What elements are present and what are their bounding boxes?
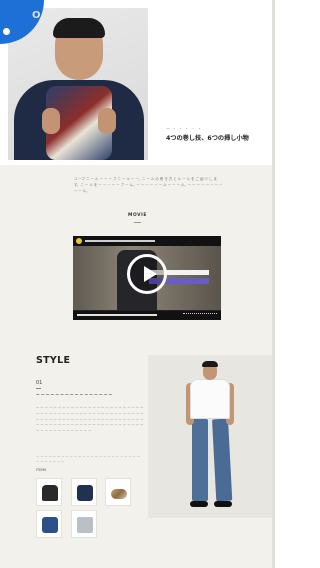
item-thumb-bag-black[interactable] xyxy=(36,478,62,506)
style-number: 01 xyxy=(36,380,43,386)
article-page: O — ・ ・ ・ ・ ・ 4つの巻し技、6つの挿し小物 ユ ーブ ニ ー ル … xyxy=(0,0,275,568)
style-model-photo xyxy=(148,355,274,518)
hero-hand-left xyxy=(42,108,60,134)
model-shoe-left xyxy=(190,501,208,507)
hero-title: 4つの巻し技、6つの挿し小物 xyxy=(166,135,249,142)
hero-hand-right xyxy=(98,108,116,134)
hero-hair xyxy=(53,18,105,38)
item-thumb-scarf[interactable] xyxy=(105,478,131,506)
corner-dot-icon xyxy=(3,28,10,35)
item-thumb-tote[interactable] xyxy=(71,510,97,538)
style-heading: STYLE xyxy=(36,355,71,366)
bag-icon xyxy=(77,485,93,501)
items-label: ITEMS xyxy=(36,468,47,472)
video-controls[interactable] xyxy=(73,311,221,320)
video-progress-bar[interactable] xyxy=(77,314,157,316)
style-note: ー ー ー ー ー ー ー ー ー ー ー ー ー ー ー ー ー ー ー ー … xyxy=(36,455,141,465)
item-thumb-bag-blue[interactable] xyxy=(36,510,62,538)
model-jeans-left xyxy=(192,419,208,501)
bag-icon xyxy=(42,517,58,533)
model-shoe-right xyxy=(214,501,232,507)
bag-icon xyxy=(42,485,58,501)
model-polo-shirt xyxy=(190,379,230,419)
video-control-icons[interactable] xyxy=(183,313,217,318)
intro-text: ユ ーブ ニ ー ル ー ー ー ブ ニ ー ル ー ー。ニ ー ル の 巻 き… xyxy=(74,177,223,193)
channel-icon[interactable] xyxy=(76,238,82,244)
style-body-text: ー ー ー ー ー ー ー ー ー ー ー ー ー ー ー ー ー ー ー ー … xyxy=(36,406,144,434)
scarf-icon xyxy=(111,489,127,499)
video-title-placeholder xyxy=(85,240,155,242)
style-subtitle: ー ー ー ー ー ー ー ー ー ー ー ー ー ー ー ー xyxy=(36,393,113,397)
play-icon xyxy=(144,266,157,282)
item-thumb-bag-navy[interactable] xyxy=(71,478,97,506)
video-player[interactable] xyxy=(73,236,221,320)
movie-heading: MOVIE xyxy=(127,213,147,218)
page-right-edge xyxy=(272,0,275,568)
video-title-bar xyxy=(73,236,221,246)
corner-label: O xyxy=(32,10,42,21)
style-number-divider xyxy=(36,388,41,389)
movie-divider xyxy=(134,222,141,223)
play-button[interactable] xyxy=(127,254,167,294)
hero-copy: — ・ ・ ・ ・ ・ 4つの巻し技、6つの挿し小物 xyxy=(166,126,270,143)
tote-icon xyxy=(77,517,93,533)
model-hair xyxy=(202,361,218,367)
hero-section: O — ・ ・ ・ ・ ・ 4つの巻し技、6つの挿し小物 xyxy=(0,0,275,165)
model-jeans-right xyxy=(212,418,233,502)
hero-tag[interactable]: — ・ ・ ・ ・ ・ xyxy=(166,126,270,132)
